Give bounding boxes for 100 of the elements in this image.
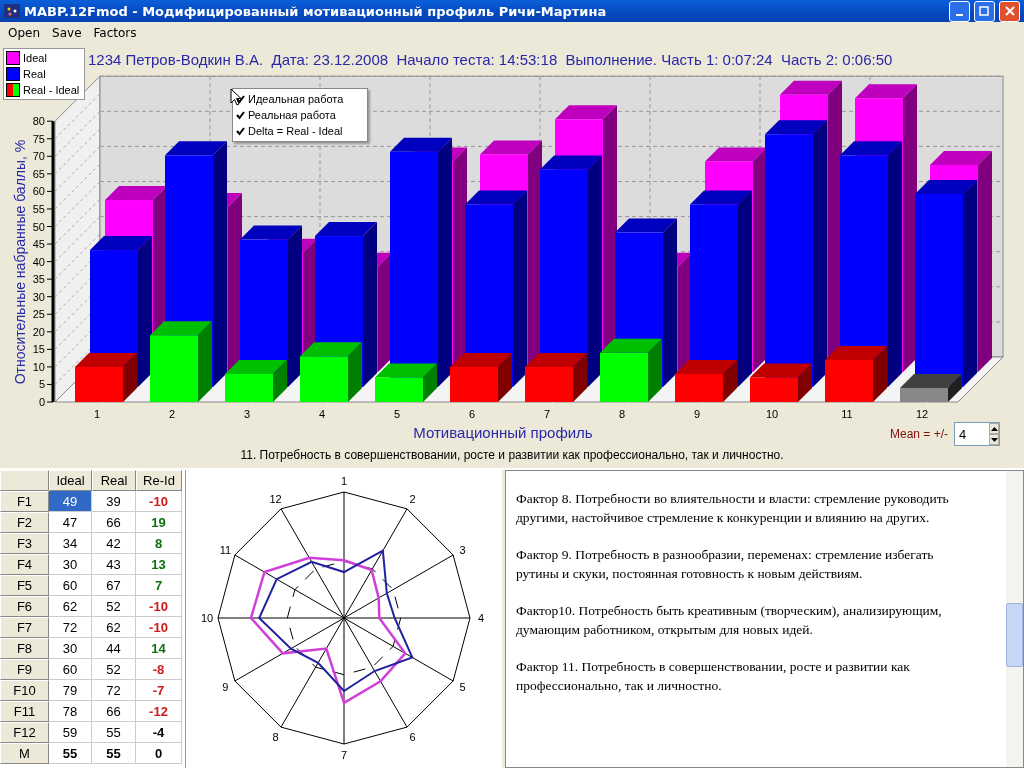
- tick-label: 4: [318, 408, 326, 420]
- radar-label: 3: [459, 543, 466, 556]
- tick-label: 5: [393, 408, 401, 420]
- minimize-icon: [956, 14, 963, 16]
- menu-item[interactable]: Delta = Real - Ideal: [233, 123, 367, 139]
- table-cell[interactable]: 60: [49, 575, 92, 596]
- table-cell[interactable]: 13: [136, 554, 182, 575]
- radar-label: 7: [340, 749, 348, 761]
- table-cell[interactable]: 59: [49, 722, 92, 743]
- table-cell[interactable]: 47: [49, 512, 92, 533]
- table-cell[interactable]: 72: [92, 680, 136, 701]
- table-cell[interactable]: 49: [49, 491, 92, 512]
- table-cell[interactable]: 67: [92, 575, 136, 596]
- table-cell[interactable]: 52: [92, 596, 136, 617]
- tick-label: 7: [543, 408, 551, 420]
- spin-up-button[interactable]: [989, 423, 999, 434]
- table-cell[interactable]: 0: [136, 743, 182, 764]
- table-cell[interactable]: 55: [92, 743, 136, 764]
- legend-label: Ideal: [23, 52, 47, 64]
- mean-label: Mean = +/-: [889, 427, 948, 441]
- legend-label: Real - Ideal: [23, 84, 80, 96]
- tick-label: 70: [32, 150, 45, 163]
- table-cell[interactable]: 66: [92, 701, 136, 722]
- menu-item[interactable]: Реальная работа: [233, 107, 367, 123]
- row-header: F4: [0, 554, 49, 575]
- table-cell[interactable]: 62: [49, 596, 92, 617]
- table-cell[interactable]: -8: [136, 659, 182, 680]
- row-header: F1: [0, 491, 49, 512]
- table-cell[interactable]: 30: [49, 554, 92, 575]
- factor-description: Фактор10. Потребность быть креативным (творческим), анализирующим, думающим работником, открытым для новых идей.: [516, 602, 943, 639]
- column-header: Real: [92, 470, 136, 491]
- table-cell[interactable]: 7: [136, 575, 182, 596]
- table-cell[interactable]: 39: [92, 491, 136, 512]
- row-header: F6: [0, 596, 49, 617]
- menu-item[interactable]: Open: [2, 26, 47, 40]
- tick-label: 8: [618, 408, 626, 420]
- table-cell[interactable]: 55: [49, 743, 92, 764]
- table-cell[interactable]: 8: [136, 533, 182, 554]
- table-cell[interactable]: -10: [136, 617, 182, 638]
- table-cell[interactable]: -4: [136, 722, 182, 743]
- menu-item[interactable]: Factors: [87, 26, 143, 40]
- row-header: F5: [0, 575, 49, 596]
- radar-label: 11: [219, 543, 232, 556]
- radar-label: 6: [409, 730, 416, 743]
- tick-label: 20: [32, 325, 45, 338]
- tick-label: 0: [38, 396, 45, 408]
- scroll-thumb[interactable]: [1006, 603, 1023, 667]
- row-header: F10: [0, 680, 49, 701]
- table-cell[interactable]: 52: [92, 659, 136, 680]
- table-cell[interactable]: -10: [136, 596, 182, 617]
- table-cell[interactable]: -7: [136, 680, 182, 701]
- scrollbar[interactable]: [1006, 471, 1023, 767]
- table-cell[interactable]: 62: [92, 617, 136, 638]
- table-cell[interactable]: 19: [136, 512, 182, 533]
- table-cell[interactable]: -12: [136, 701, 182, 722]
- tick-label: 25: [32, 308, 45, 321]
- tick-label: 40: [32, 255, 45, 268]
- tick-label: 35: [32, 273, 45, 286]
- factor-description: Фактор 11. Потребность в совершенствовании, росте и развитии как профессионально, так и личностно.: [516, 658, 911, 695]
- row-header: F7: [0, 617, 49, 638]
- row-header: F2: [0, 512, 49, 533]
- table-cell[interactable]: 55: [92, 722, 136, 743]
- factor-description: Фактор 9. Потребность в разнообразии, переменах: стремление избегать рутины и скуки, постоянная готовность к новым действиям.: [516, 546, 935, 583]
- maximize-button[interactable]: [974, 0, 995, 22]
- table-cell[interactable]: 66: [92, 512, 136, 533]
- mean-spinner[interactable]: 4: [954, 422, 1000, 446]
- table-cell[interactable]: 34: [49, 533, 92, 554]
- test-info: 1234 Петров-Водкин В.А. Дата: 23.12.2008 Начало теста: 14:53:18 Выполнение. Часть 1: 0:07:24 Часть 2: 0:06:50: [88, 50, 893, 68]
- table-cell[interactable]: 30: [49, 638, 92, 659]
- table-cell[interactable]: 78: [49, 701, 92, 722]
- table-cell[interactable]: 43: [92, 554, 136, 575]
- tick-label: 11: [841, 408, 853, 420]
- menu-item[interactable]: Save: [46, 26, 88, 40]
- factor-description: Фактор 8. Потребности во влиятельности и власти: стремление руководить другими, настойчивое стремление к конкуренции и влиянию на других.: [516, 490, 950, 527]
- tick-label: 12: [915, 408, 929, 420]
- tick-label: 75: [32, 132, 45, 145]
- row-header: M: [0, 743, 49, 764]
- column-header: Re-Id: [136, 470, 182, 491]
- table-cell[interactable]: 42: [92, 533, 136, 554]
- table-cell[interactable]: 44: [92, 638, 136, 659]
- close-button[interactable]: [999, 0, 1020, 22]
- tick-label: 2: [168, 408, 176, 420]
- radar-label: 1: [340, 475, 348, 487]
- window-title: MABP.12Fmod - Модифицированный мотивационный профиль Ричи-Мартина: [24, 3, 608, 19]
- table-cell[interactable]: 14: [136, 638, 182, 659]
- tick-label: 30: [32, 290, 45, 303]
- legend-label: Real: [23, 68, 46, 80]
- axis-title: Мотивационный профиль: [413, 424, 593, 441]
- spin-down-button[interactable]: [989, 434, 999, 445]
- row-header: F9: [0, 659, 49, 680]
- table-cell[interactable]: -10: [136, 491, 182, 512]
- table-cell[interactable]: 60: [49, 659, 92, 680]
- table-cell[interactable]: 79: [49, 680, 92, 701]
- tick-label: 80: [32, 115, 45, 128]
- radar-label: 8: [272, 730, 279, 743]
- minimize-button[interactable]: [949, 0, 970, 22]
- table-cell[interactable]: 72: [49, 617, 92, 638]
- app-icon: [4, 4, 20, 18]
- tick-label: 9: [693, 408, 701, 420]
- tick-label: 45: [32, 238, 45, 251]
